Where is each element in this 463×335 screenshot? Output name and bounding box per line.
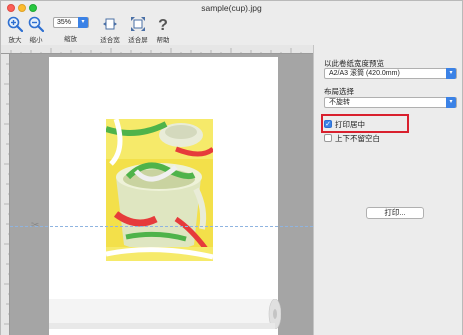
print-button[interactable]: 打印... [366,207,424,219]
zoom-in-icon [7,16,23,32]
help-label: 帮助 [156,37,170,44]
zoom-out-icon [28,16,44,32]
zoom-value: 35% [57,19,72,26]
cup-photo [106,119,213,261]
scissors-icon: ✂ [31,220,40,231]
print-image-preview[interactable] [106,119,213,261]
fit-screen-icon [131,17,145,31]
roll-width-value: A2/A3 滚筒 (420.0mm) [329,70,400,77]
app-window: sample(cup).jpg 放大 缩小 35% ▾ 缩放 适合宽 适合屏 ?… [0,0,463,335]
zoom-out-label: 缩小 [29,37,43,44]
chevron-down-icon: ▾ [446,97,456,108]
cut-line [10,226,313,227]
roll-width-select[interactable]: A2/A3 滚筒 (420.0mm) ▾ [324,68,457,79]
fit-width-icon [103,18,117,30]
maximize-window-button[interactable] [29,4,37,12]
chevron-down-icon: ▾ [78,17,88,28]
window-title: sample(cup).jpg [201,3,262,13]
svg-text:?: ? [158,17,168,32]
layout-value: 不旋转 [329,99,350,106]
zoom-label: 缩放 [64,36,77,43]
layout-label: 布局选择 [324,87,354,96]
ruler-ticks [10,48,302,53]
minimize-window-button[interactable] [18,4,26,12]
vertical-ruler [1,54,10,335]
paper-roll [49,299,281,329]
layout-select[interactable]: 不旋转 ▾ [324,97,457,108]
toolbar: 放大 缩小 35% ▾ 缩放 适合宽度 [1,15,462,54]
zoom-out-button[interactable]: 缩小 [24,16,48,44]
ruler-ticks-vertical [4,63,9,325]
zoom-select[interactable]: 35% ▾ [53,17,89,28]
close-window-button[interactable] [7,4,15,12]
preview-canvas[interactable]: ✂ [1,45,313,335]
chevron-down-icon: ▾ [446,68,456,79]
checkbox-box[interactable] [324,134,332,142]
title-bar: sample(cup).jpg [1,1,462,15]
help-button[interactable]: ? 帮助 [151,16,175,44]
horizontal-ruler [1,45,313,54]
settings-panel: 以此卷纸宽度预览 A2/A3 滚筒 (420.0mm) ▾ 布局选择 不旋转 ▾… [313,45,462,335]
help-icon: ? [158,17,168,32]
checkmark-icon[interactable]: ✓ [324,120,332,128]
print-center-label: 打印居中 [335,120,365,129]
no-margin-label: 上下不留空白 [335,134,380,143]
